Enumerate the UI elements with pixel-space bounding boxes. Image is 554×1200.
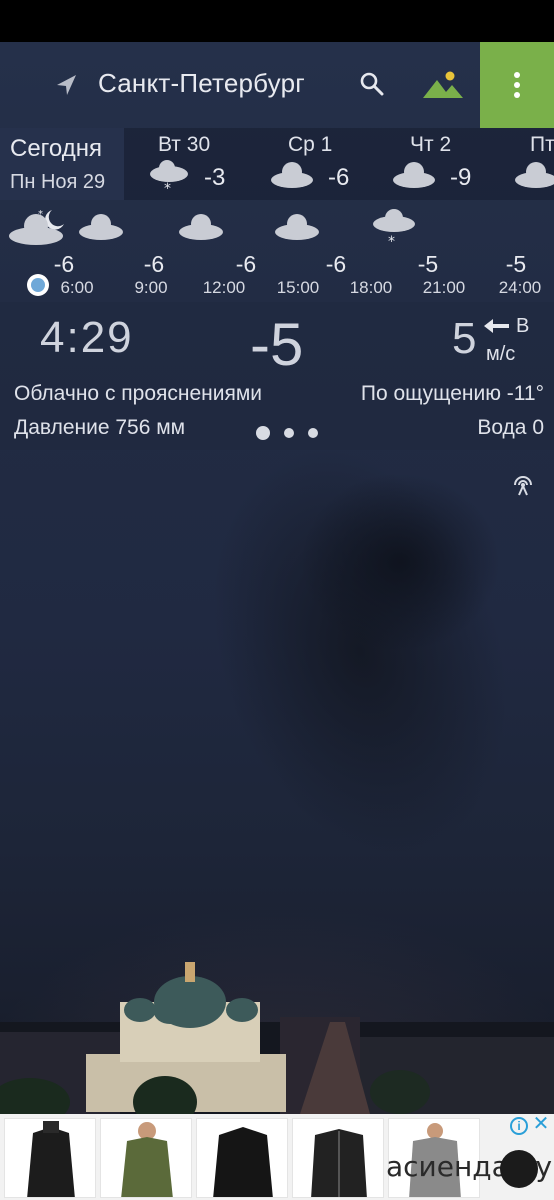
current-time: 4:29 (40, 313, 134, 362)
today-date: Пн Ноя 29 (10, 171, 106, 193)
wind-direction-arrow-icon (484, 319, 509, 333)
city-title[interactable]: Санкт-Петербург (98, 68, 305, 99)
ad-product-image[interactable] (4, 1118, 96, 1198)
hour-temp: -5 (417, 251, 439, 277)
cloud-icon (271, 162, 313, 188)
cloud-icon (79, 214, 123, 240)
day-temp: -6 (328, 164, 350, 191)
hour-time: 12:00 (202, 278, 246, 297)
wind-speed: 5 (452, 314, 477, 363)
cloud-icon (179, 214, 223, 240)
hour-temp: -6 (235, 251, 257, 277)
wind-unit: м/с (486, 343, 516, 365)
more-menu-button[interactable] (480, 42, 554, 128)
background-photo (0, 42, 554, 1114)
current-temperature: -5 (250, 311, 304, 378)
ad-product-image[interactable] (100, 1118, 192, 1198)
snow-cloud-icon: * (150, 160, 188, 194)
day-name[interactable]: Пт (530, 133, 554, 157)
feels-like: По ощущению -11° (360, 382, 544, 405)
ad-product-image[interactable] (292, 1118, 384, 1198)
cloud-icon (275, 214, 319, 240)
day-temp: -3 (204, 164, 226, 191)
day-name[interactable]: Ср 1 (288, 133, 332, 157)
today-label: Сегодня (10, 135, 102, 162)
day-name[interactable]: Чт 2 (410, 133, 451, 157)
day-name[interactable]: Вт 30 (158, 133, 210, 157)
hour-time: 24:00 (498, 278, 542, 297)
svg-text:*: * (388, 234, 395, 248)
radar-icon[interactable] (510, 472, 536, 498)
current-time-marker (27, 274, 49, 296)
water-temperature: Вода 0 (477, 416, 544, 439)
search-icon[interactable] (358, 70, 386, 98)
landscape-icon[interactable] (422, 70, 464, 100)
hour-time: 9:00 (134, 278, 168, 297)
wind-direction: В (516, 315, 530, 337)
status-bar (0, 0, 554, 42)
location-arrow-icon[interactable] (54, 72, 80, 98)
hour-time: 21:00 (422, 278, 466, 297)
ad-close-icon[interactable]: ✕ (532, 1114, 550, 1134)
ad-product-image[interactable] (196, 1118, 288, 1198)
hour-time: 18:00 (349, 278, 393, 297)
hour-temp: -6 (143, 251, 165, 277)
weather-condition: Облачно с прояснениями (14, 382, 263, 405)
day-temp: -9 (450, 164, 472, 191)
hour-temp: -5 (505, 251, 527, 277)
hour-temp: -6 (325, 251, 347, 277)
pressure: Давление 756 мм (14, 416, 186, 439)
cloud-icon (515, 162, 554, 188)
city-skyline-image (0, 962, 554, 1114)
cloud-icon (393, 162, 435, 188)
ad-info-icon[interactable]: i (510, 1117, 528, 1135)
hour-time: 6:00 (60, 278, 94, 297)
snow-cloud-icon: * (373, 209, 415, 248)
hour-time: 15:00 (276, 278, 320, 297)
night-cloud-icon: * (9, 209, 64, 245)
svg-text:*: * (164, 181, 171, 194)
ad-logo-icon (500, 1150, 538, 1188)
hour-temp: -6 (53, 251, 75, 277)
